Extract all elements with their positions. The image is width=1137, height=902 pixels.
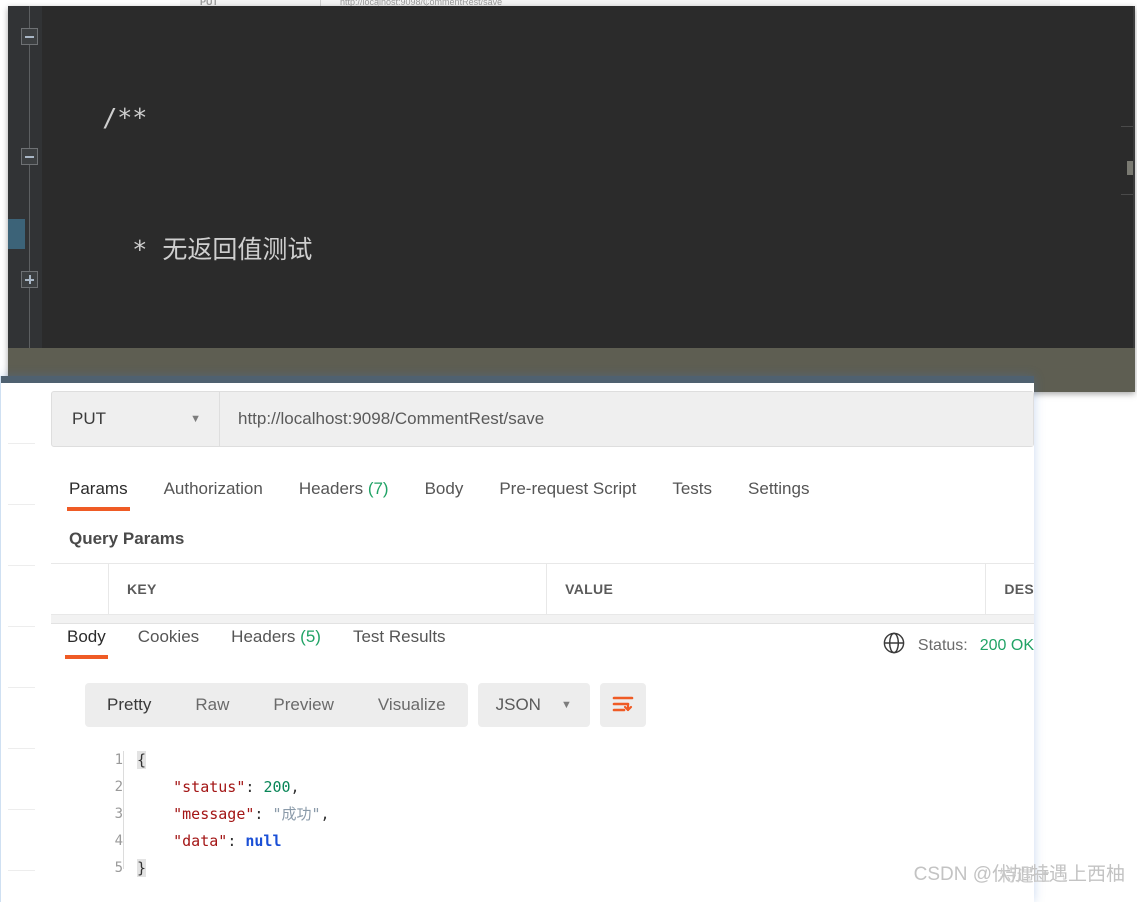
- fold-region-line: [29, 6, 30, 348]
- tab-label: Tests: [672, 479, 713, 498]
- json-line: 5 }: [85, 855, 1034, 882]
- postman-titlebar: [1, 376, 1034, 383]
- code-line-2: * 无返回值测试: [42, 235, 313, 264]
- request-url-value: http://localhost:9098/CommentRest/save: [238, 409, 545, 428]
- editor-gutter[interactable]: [8, 6, 42, 348]
- json-line: 2 "status": 200,: [85, 774, 1034, 801]
- response-status-area: Status: 200 OK: [882, 631, 1034, 660]
- tab-label: Pre-request Script: [499, 479, 637, 498]
- language-value: JSON: [495, 695, 541, 714]
- tab-authorization[interactable]: Authorization: [146, 479, 281, 511]
- tab-label: Authorization: [163, 479, 263, 498]
- tab-count: (7): [367, 479, 389, 498]
- json-line: 3 "message": "成功",: [85, 801, 1034, 828]
- sidebar-row[interactable]: [8, 810, 35, 871]
- tab-settings[interactable]: Settings: [730, 479, 827, 511]
- json-line-text: "data": null: [173, 832, 282, 850]
- line-number: 2: [114, 779, 123, 795]
- editor-scrollbar-track[interactable]: [1133, 6, 1135, 348]
- tab-label: Body: [424, 479, 464, 498]
- format-pretty-button[interactable]: Pretty: [85, 683, 173, 727]
- table-column-value: VALUE: [547, 564, 987, 614]
- tab-pre-request-script[interactable]: Pre-request Script: [481, 479, 654, 511]
- fold-collapse-icon[interactable]: [21, 148, 38, 165]
- editor-code-area[interactable]: /** * 无返回值测试 * @ResponseNotIntercept 使用此…: [42, 6, 1135, 348]
- tab-label: Settings: [748, 479, 810, 498]
- fold-expand-icon[interactable]: [21, 271, 38, 288]
- tab-headers[interactable]: Headers (7): [281, 479, 407, 511]
- editor-scrollbar-thumb[interactable]: [1127, 161, 1133, 175]
- sidebar-row[interactable]: [8, 627, 35, 688]
- sidebar-row[interactable]: [8, 688, 35, 749]
- editor-marker-tick: [1121, 126, 1133, 127]
- editor-marker-tick: [1121, 194, 1133, 195]
- format-visualize-button[interactable]: Visualize: [356, 683, 468, 727]
- http-method-value: PUT: [72, 409, 106, 428]
- line-number: 1: [114, 752, 123, 768]
- postman-main-panel: PUT ▼ http://localhost:9098/CommentRest/…: [35, 383, 1034, 902]
- postman-sidebar[interactable]: [8, 383, 36, 902]
- code-line-1: /**: [42, 103, 148, 132]
- format-preview-button[interactable]: Preview: [251, 683, 355, 727]
- table-column-checkbox: [51, 564, 109, 614]
- tab-label: Params: [69, 479, 128, 498]
- panel-splitter[interactable]: [51, 615, 1034, 624]
- query-params-heading: Query Params: [69, 529, 185, 548]
- tab-response-headers[interactable]: Headers (5): [215, 627, 337, 659]
- table-column-key: KEY: [109, 564, 548, 614]
- chevron-down-icon: ▼: [190, 413, 201, 425]
- json-line: 1 {: [85, 747, 1034, 774]
- sidebar-row[interactable]: [8, 871, 35, 902]
- status-label: Status:: [917, 636, 968, 654]
- tab-label: Headers: [298, 479, 364, 498]
- sidebar-row[interactable]: [8, 749, 35, 810]
- sidebar-row[interactable]: [8, 383, 35, 444]
- tab-count: (5): [300, 627, 321, 646]
- tab-tests[interactable]: Tests: [654, 479, 730, 511]
- code-editor-window: /** * 无返回值测试 * @ResponseNotIntercept 使用此…: [8, 6, 1135, 392]
- json-line-text: "message": "成功",: [173, 805, 330, 823]
- request-url-bar: PUT ▼ http://localhost:9098/CommentRest/…: [51, 391, 1034, 447]
- tab-label: Test Results: [352, 627, 446, 646]
- wrap-lines-icon[interactable]: [599, 683, 646, 727]
- query-params-table: KEY VALUE DES: [51, 563, 1034, 615]
- line-number: 5: [114, 860, 123, 876]
- json-line-text: }: [137, 859, 147, 877]
- chevron-down-icon: ▼: [560, 699, 572, 711]
- tab-label: Headers: [231, 627, 296, 646]
- tab-params[interactable]: Params: [51, 479, 146, 511]
- tab-response-body[interactable]: Body: [51, 627, 122, 659]
- request-tabs: Params Authorization Headers (7) Body Pr…: [51, 479, 1034, 521]
- status-badge: 200 OK: [979, 636, 1034, 654]
- response-format-group: Pretty Raw Preview Visualize: [85, 683, 468, 727]
- response-language-select[interactable]: JSON ▼: [477, 683, 590, 727]
- postman-window: PUT ▼ http://localhost:9098/CommentRest/…: [0, 376, 1034, 902]
- response-toolbar: Pretty Raw Preview Visualize JSON ▼: [85, 683, 646, 727]
- tab-body[interactable]: Body: [407, 479, 482, 511]
- json-line: 4 "data": null: [85, 828, 1034, 855]
- table-column-description: DES: [1004, 581, 1034, 597]
- request-url-input[interactable]: http://localhost:9098/CommentRest/save: [220, 392, 1033, 446]
- globe-icon: [882, 631, 906, 660]
- tab-label: Body: [67, 627, 106, 646]
- http-method-select[interactable]: PUT ▼: [52, 392, 220, 446]
- format-raw-button[interactable]: Raw: [173, 683, 251, 727]
- line-number: 4: [114, 833, 123, 849]
- fold-collapse-icon[interactable]: [21, 28, 38, 45]
- sidebar-row[interactable]: [8, 566, 35, 627]
- tab-cookies[interactable]: Cookies: [122, 627, 215, 659]
- json-line-text: {: [137, 751, 147, 769]
- sidebar-row[interactable]: [8, 444, 35, 505]
- tab-test-results[interactable]: Test Results: [337, 627, 462, 659]
- sidebar-row[interactable]: [8, 505, 35, 566]
- caret-row-marker: [8, 219, 25, 249]
- line-number: 3: [114, 806, 123, 822]
- json-line-text: "status": 200,: [173, 778, 300, 796]
- response-body-json[interactable]: 1 { 2 "status": 200, 3 "message": "成功", …: [85, 747, 1034, 902]
- tab-label: Cookies: [137, 627, 200, 646]
